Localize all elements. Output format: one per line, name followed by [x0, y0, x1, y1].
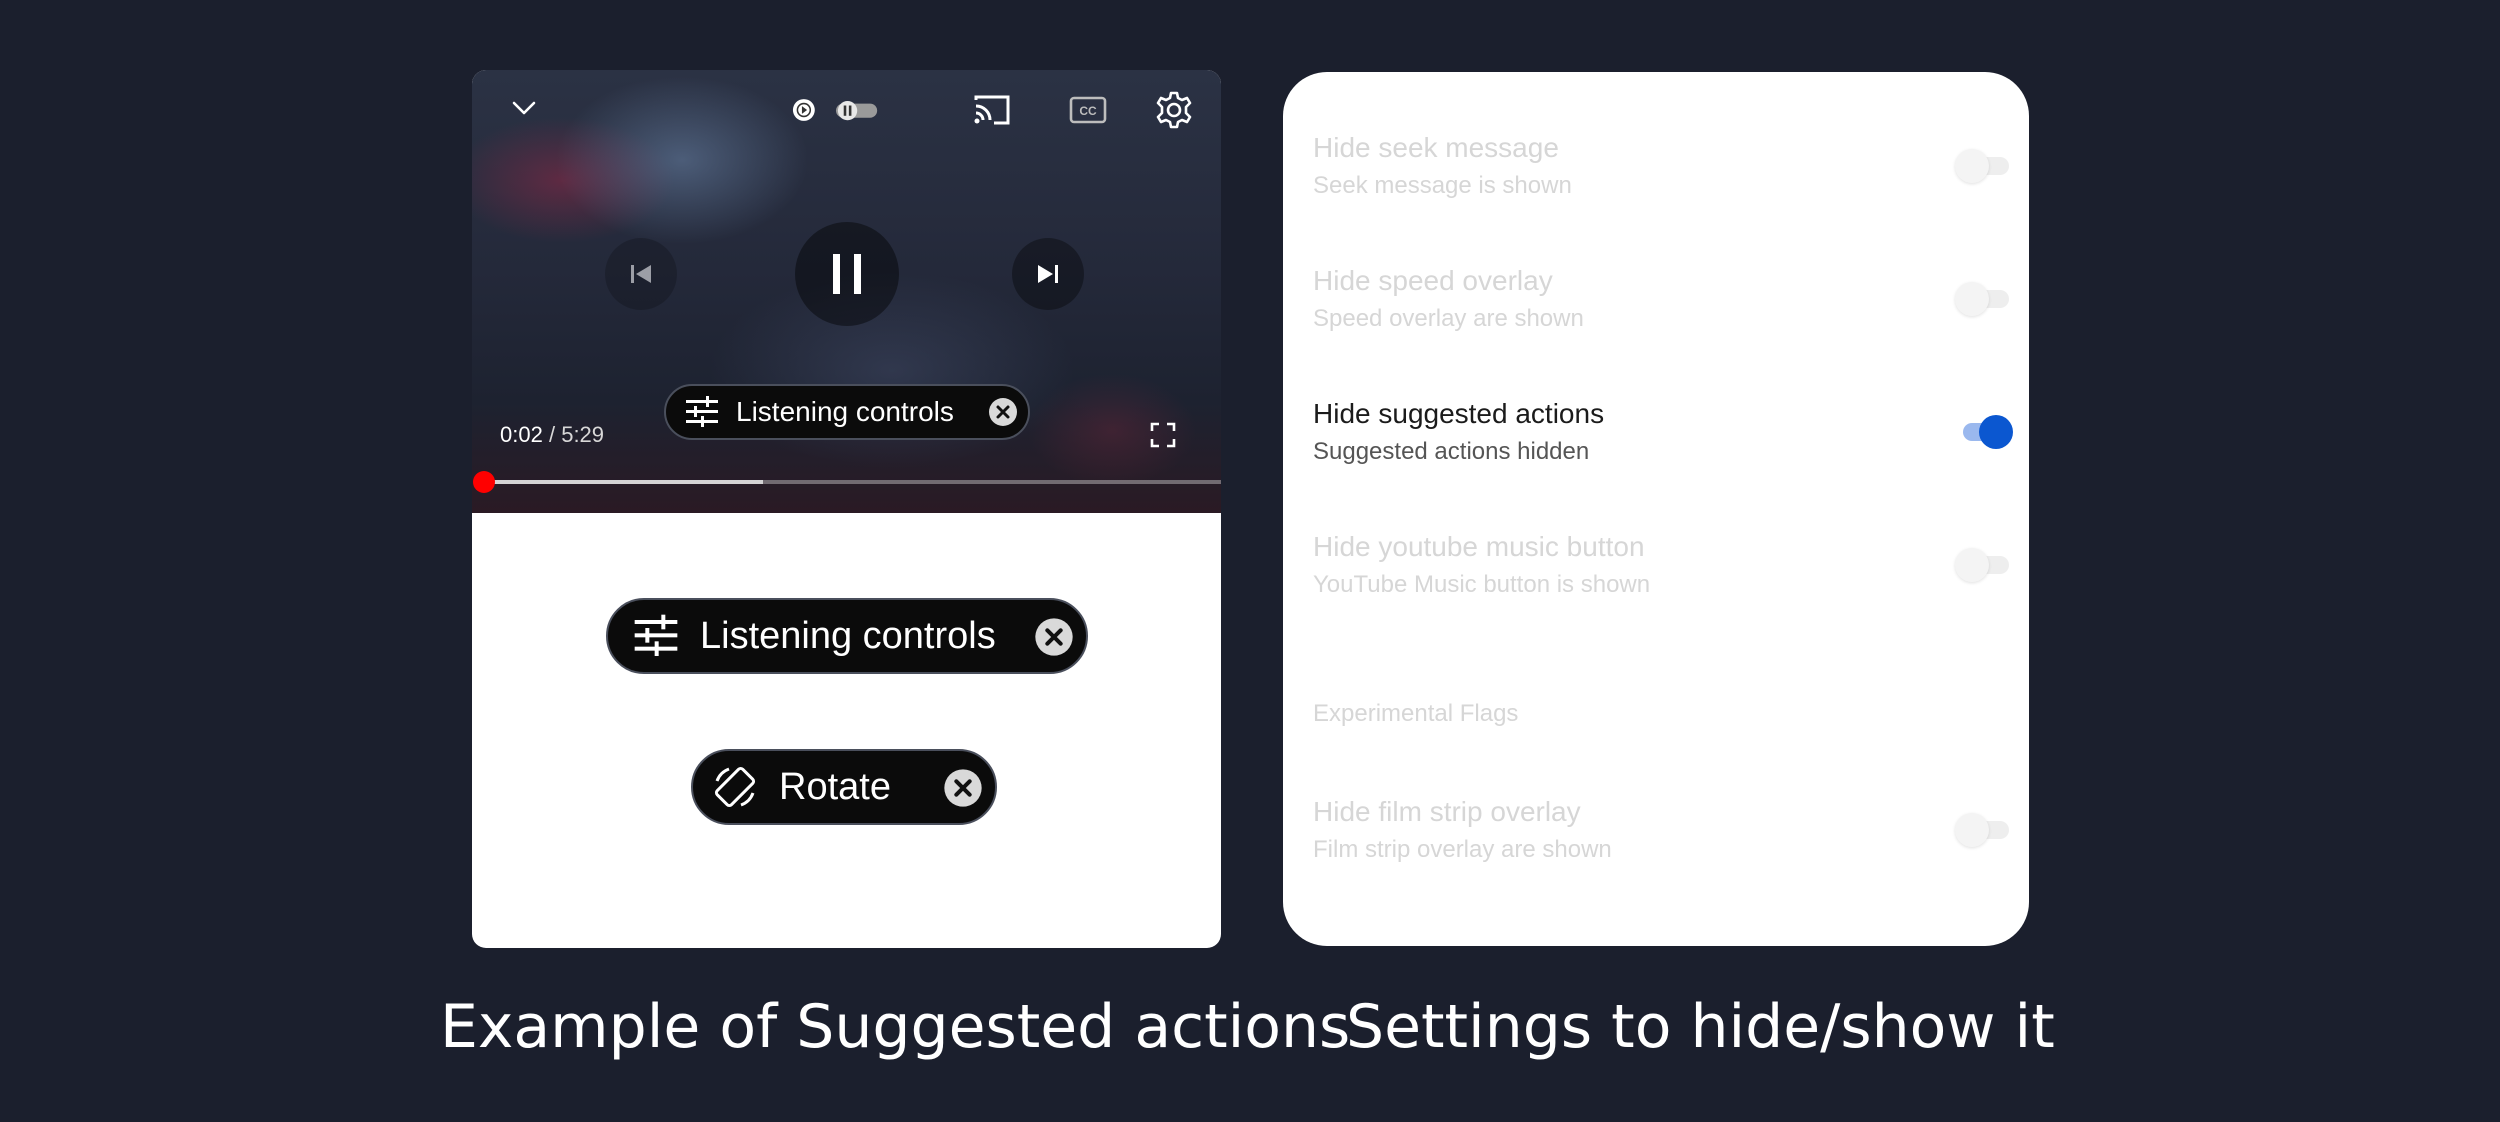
- setting-subtitle: Film strip overlay are shown: [1313, 836, 1612, 863]
- sliders-icon: [684, 394, 720, 430]
- toggle-switch[interactable]: [1953, 146, 2017, 186]
- setting-title: Hide speed overlay: [1313, 265, 1553, 296]
- cast-icon[interactable]: [972, 92, 1012, 128]
- captions-icon[interactable]: CC: [1068, 92, 1108, 128]
- setting-hide-seek-message[interactable]: Hide seek message Seek message is shown: [1313, 132, 2009, 232]
- video-frame[interactable]: CC Listening controls 0:02 / 5:29: [472, 70, 1221, 513]
- close-icon[interactable]: [943, 768, 983, 808]
- autoplay-toggle-icon[interactable]: [791, 92, 881, 128]
- fullscreen-icon[interactable]: [1148, 420, 1178, 450]
- setting-subtitle: Suggested actions hidden: [1313, 438, 1590, 465]
- svg-text:CC: CC: [1079, 104, 1097, 118]
- setting-subtitle: Seek message is shown: [1313, 172, 1572, 199]
- toggle-switch[interactable]: [1953, 545, 2017, 585]
- rotate-icon: [711, 763, 759, 811]
- pause-button[interactable]: [795, 222, 899, 326]
- setting-hide-suggested-actions[interactable]: Hide suggested actions Suggested actions…: [1313, 398, 2013, 498]
- chip-label: Rotate: [779, 765, 891, 808]
- suggested-action-chip-listening-controls[interactable]: Listening controls: [664, 384, 1030, 440]
- progress-scrubber[interactable]: [473, 471, 495, 493]
- chip-label: Listening controls: [700, 614, 996, 657]
- time-display: 0:02 / 5:29: [500, 422, 604, 448]
- setting-hide-film-strip-overlay[interactable]: Hide film strip overlay Film strip overl…: [1313, 796, 2009, 896]
- next-icon: [1038, 265, 1058, 283]
- gear-icon[interactable]: [1154, 90, 1194, 130]
- setting-title: Hide film strip overlay: [1313, 796, 1581, 827]
- chip-label: Listening controls: [736, 396, 954, 427]
- settings-card: Hide seek message Seek message is shown …: [1283, 72, 2029, 946]
- setting-hide-youtube-music-button[interactable]: Hide youtube music button YouTube Music …: [1313, 531, 2009, 631]
- close-icon[interactable]: [988, 397, 1018, 427]
- toggle-switch[interactable]: [1953, 279, 2017, 319]
- toggle-switch[interactable]: [1953, 810, 2017, 850]
- suggested-action-rotate[interactable]: Rotate: [691, 749, 997, 825]
- time-current: 0:02: [500, 422, 543, 447]
- section-header-experimental: Experimental Flags: [1313, 700, 1519, 727]
- sliders-icon: [632, 612, 680, 660]
- progress-bar[interactable]: [482, 480, 1221, 484]
- setting-hide-speed-overlay[interactable]: Hide speed overlay Speed overlay are sho…: [1313, 265, 2009, 365]
- caption-example: Example of Suggested actions: [440, 992, 1351, 1062]
- caption-settings: Settings to hide/show it: [1346, 992, 2055, 1062]
- setting-subtitle: Speed overlay are shown: [1313, 305, 1584, 332]
- previous-icon: [631, 265, 651, 283]
- setting-subtitle: YouTube Music button is shown: [1313, 571, 1651, 598]
- next-button[interactable]: [1012, 238, 1084, 310]
- setting-title: Hide suggested actions: [1313, 398, 1605, 429]
- time-separator: /: [548, 422, 556, 447]
- setting-title: Hide seek message: [1313, 132, 1559, 163]
- player-example-card: CC Listening controls 0:02 / 5:29 Listen…: [472, 70, 1221, 948]
- close-icon[interactable]: [1034, 617, 1074, 657]
- suggested-action-listening-controls[interactable]: Listening controls: [606, 598, 1088, 674]
- pause-icon: [833, 254, 861, 294]
- progress-buffered: [482, 480, 763, 484]
- chevron-down-icon[interactable]: [508, 92, 540, 124]
- time-total: 5:29: [561, 422, 605, 447]
- toggle-switch[interactable]: [1953, 412, 2017, 452]
- setting-title: Hide youtube music button: [1313, 531, 1645, 562]
- previous-button[interactable]: [605, 238, 677, 310]
